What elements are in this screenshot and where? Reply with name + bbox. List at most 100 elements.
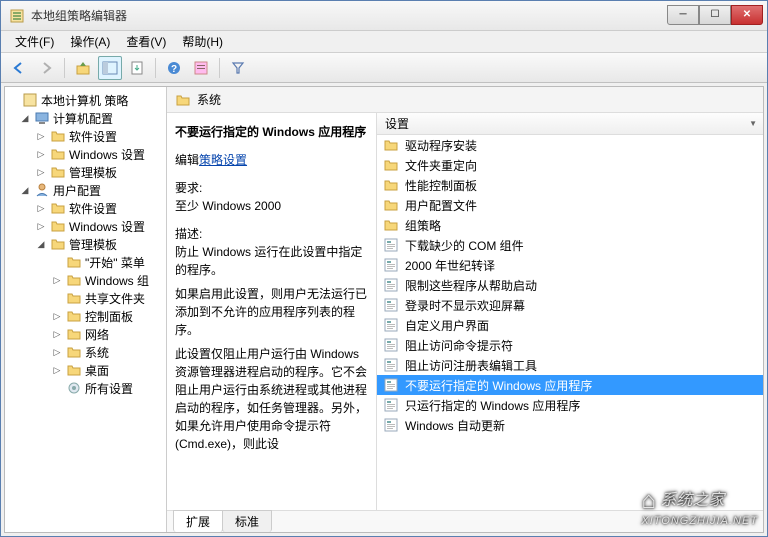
tree-shared-folders[interactable]: 共享文件夹	[5, 289, 166, 307]
filter-button[interactable]	[226, 56, 250, 80]
settings-list-pane: 设置 ▼ 驱动程序安装文件夹重定向性能控制面板用户配置文件组策略下载缺少的 CO…	[377, 113, 763, 510]
export-button[interactable]	[125, 56, 149, 80]
folder-icon	[50, 146, 66, 162]
tab-extended[interactable]: 扩展	[173, 510, 223, 532]
list-item-label: 组策略	[405, 217, 441, 234]
tree-u-admin[interactable]: ◢ 管理模板	[5, 235, 166, 253]
tree-windows-components[interactable]: ▷ Windows 组	[5, 271, 166, 289]
collapse-arrow-icon[interactable]: ▷	[51, 365, 63, 376]
menubar: 文件(F) 操作(A) 查看(V) 帮助(H)	[1, 31, 767, 53]
tree-user-config[interactable]: ◢ 用户配置	[5, 181, 166, 199]
list-item[interactable]: 登录时不显示欢迎屏幕	[377, 295, 763, 315]
expand-arrow-icon[interactable]: ◢	[35, 239, 47, 250]
setting-icon	[383, 377, 399, 393]
tree-u-windows[interactable]: ▷ Windows 设置	[5, 217, 166, 235]
tree-all-settings[interactable]: 所有设置	[5, 379, 166, 397]
list-item[interactable]: 组策略	[377, 215, 763, 235]
list-item-label: 自定义用户界面	[405, 317, 489, 334]
setting-icon	[383, 337, 399, 353]
tree-u-software[interactable]: ▷ 软件设置	[5, 199, 166, 217]
properties-button[interactable]	[189, 56, 213, 80]
back-button[interactable]	[7, 56, 31, 80]
list-item[interactable]: 用户配置文件	[377, 195, 763, 215]
list-item-label: 下载缺少的 COM 组件	[405, 237, 524, 254]
collapse-arrow-icon[interactable]: ▷	[35, 131, 47, 142]
setting-icon	[383, 257, 399, 273]
list-item-label: 驱动程序安装	[405, 137, 477, 154]
maximize-button[interactable]: ☐	[699, 5, 731, 25]
folder-icon	[383, 197, 399, 213]
list-header-label: 设置	[385, 115, 409, 132]
tree-c-software[interactable]: ▷ 软件设置	[5, 127, 166, 145]
collapse-arrow-icon[interactable]: ▷	[51, 311, 63, 322]
right-area: 系统 不要运行指定的 Windows 应用程序 编辑策略设置 要求: 至少 Wi…	[167, 87, 763, 532]
chevron-down-icon[interactable]: ▼	[749, 119, 757, 128]
settings-icon	[66, 380, 82, 396]
list-item-label: 用户配置文件	[405, 197, 477, 214]
tree-desktop[interactable]: ▷ 桌面	[5, 361, 166, 379]
collapse-arrow-icon[interactable]: ▷	[51, 329, 63, 340]
list-header[interactable]: 设置 ▼	[377, 113, 763, 135]
forward-button[interactable]	[34, 56, 58, 80]
minimize-button[interactable]: ─	[667, 5, 699, 25]
collapse-arrow-icon[interactable]: ▷	[35, 203, 47, 214]
collapse-arrow-icon[interactable]: ▷	[35, 149, 47, 160]
body: 本地计算机 策略 ◢ 计算机配置 ▷ 软件设置 ▷ Windows 设置 ▷ 管…	[4, 86, 764, 533]
expand-arrow-icon[interactable]: ◢	[19, 185, 31, 196]
tree-control-panel[interactable]: ▷ 控制面板	[5, 307, 166, 325]
tree-start-menu[interactable]: "开始" 菜单	[5, 253, 166, 271]
tree-system[interactable]: ▷ 系统	[5, 343, 166, 361]
list-item[interactable]: 驱动程序安装	[377, 135, 763, 155]
menu-file[interactable]: 文件(F)	[7, 31, 62, 52]
menu-view[interactable]: 查看(V)	[118, 31, 174, 52]
folder-icon	[50, 218, 66, 234]
edit-policy-link[interactable]: 策略设置	[199, 153, 247, 167]
setting-icon	[383, 297, 399, 313]
collapse-arrow-icon[interactable]: ▷	[35, 221, 47, 232]
folder-icon	[66, 254, 82, 270]
tree-c-admin[interactable]: ▷ 管理模板	[5, 163, 166, 181]
list-item-label: 限制这些程序从帮助启动	[405, 277, 537, 294]
list-item[interactable]: 自定义用户界面	[377, 315, 763, 335]
list-item-label: 性能控制面板	[405, 177, 477, 194]
show-tree-button[interactable]	[98, 56, 122, 80]
list-item[interactable]: 2000 年世纪转译	[377, 255, 763, 275]
list-item[interactable]: 性能控制面板	[377, 175, 763, 195]
window-title: 本地组策略编辑器	[31, 7, 667, 24]
folder-icon	[66, 290, 82, 306]
description-p1: 防止 Windows 运行在此设置中指定的程序。	[175, 243, 368, 279]
expand-arrow-icon[interactable]: ◢	[19, 113, 31, 124]
collapse-arrow-icon[interactable]: ▷	[51, 275, 63, 286]
list-item[interactable]: 文件夹重定向	[377, 155, 763, 175]
folder-icon	[66, 344, 82, 360]
setting-icon	[383, 417, 399, 433]
tree-root[interactable]: 本地计算机 策略	[5, 91, 166, 109]
list-item-label: 不要运行指定的 Windows 应用程序	[405, 377, 592, 394]
close-button[interactable]: ✕	[731, 5, 763, 25]
separator	[64, 58, 65, 78]
tree-pane[interactable]: 本地计算机 策略 ◢ 计算机配置 ▷ 软件设置 ▷ Windows 设置 ▷ 管…	[5, 87, 167, 532]
list-item[interactable]: 只运行指定的 Windows 应用程序	[377, 395, 763, 415]
collapse-arrow-icon[interactable]: ▷	[51, 347, 63, 358]
requirements-value: 至少 Windows 2000	[175, 197, 368, 215]
list-item[interactable]: 阻止访问注册表编辑工具	[377, 355, 763, 375]
menu-action[interactable]: 操作(A)	[62, 31, 118, 52]
setting-icon	[383, 357, 399, 373]
list-item[interactable]: Windows 自动更新	[377, 415, 763, 435]
folder-icon	[50, 128, 66, 144]
tree-computer-config[interactable]: ◢ 计算机配置	[5, 109, 166, 127]
list-item[interactable]: 限制这些程序从帮助启动	[377, 275, 763, 295]
collapse-arrow-icon[interactable]: ▷	[35, 167, 47, 178]
list-item[interactable]: 阻止访问命令提示符	[377, 335, 763, 355]
list-item[interactable]: 不要运行指定的 Windows 应用程序	[377, 375, 763, 395]
list-body[interactable]: 驱动程序安装文件夹重定向性能控制面板用户配置文件组策略下载缺少的 COM 组件2…	[377, 135, 763, 510]
tree-c-windows[interactable]: ▷ Windows 设置	[5, 145, 166, 163]
tree-network[interactable]: ▷ 网络	[5, 325, 166, 343]
menu-help[interactable]: 帮助(H)	[174, 31, 231, 52]
tab-standard[interactable]: 标准	[222, 510, 272, 532]
list-item[interactable]: 下载缺少的 COM 组件	[377, 235, 763, 255]
up-button[interactable]	[71, 56, 95, 80]
help-button[interactable]: ?	[162, 56, 186, 80]
folder-icon	[175, 92, 191, 108]
content-row: 不要运行指定的 Windows 应用程序 编辑策略设置 要求: 至少 Windo…	[167, 113, 763, 510]
